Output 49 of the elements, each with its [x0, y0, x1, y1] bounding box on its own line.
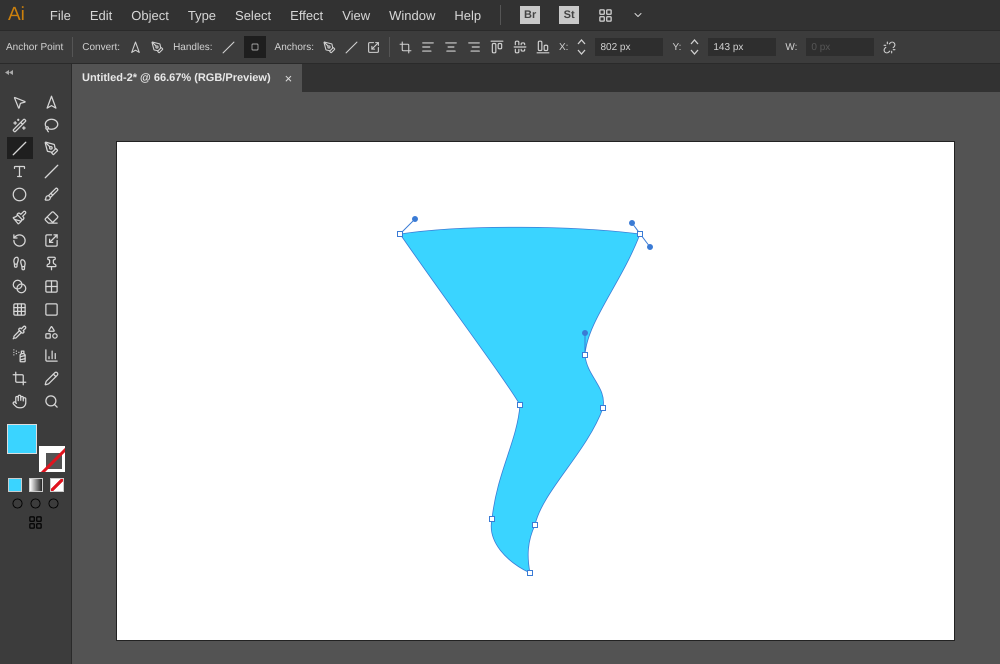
align-bottom-icon[interactable]	[536, 40, 550, 54]
menu-item[interactable]: Type	[188, 8, 216, 22]
menu-item[interactable]: Object	[131, 8, 169, 22]
none-swatch[interactable]	[50, 478, 64, 492]
stepper-icon[interactable]	[577, 38, 586, 56]
menu-item[interactable]: Edit	[90, 8, 112, 22]
y-field[interactable]: 143 px	[708, 38, 776, 56]
crop-icon[interactable]	[399, 40, 412, 54]
faded-line-icon[interactable]	[345, 40, 358, 54]
grid-layout-icon[interactable]	[598, 8, 614, 22]
align-center-icon[interactable]	[444, 40, 458, 54]
menu-item[interactable]: Help	[454, 8, 482, 22]
scale-icon[interactable]	[367, 40, 380, 54]
menu-item[interactable]: File	[50, 8, 71, 22]
square-icon[interactable]	[250, 43, 259, 51]
convert-label: Convert:	[82, 42, 120, 52]
collapse-icon[interactable]	[5, 70, 13, 75]
align-right-icon[interactable]	[467, 40, 481, 54]
pen-nib-icon[interactable]	[323, 40, 336, 54]
menu-item[interactable]: Window	[389, 8, 436, 22]
handles-label: Handles:	[173, 42, 213, 52]
menu-item[interactable]: View	[342, 8, 370, 22]
pen-nib-icon[interactable]	[151, 40, 164, 54]
app-button[interactable]: Br	[520, 6, 540, 24]
y-label: Y:	[672, 42, 682, 52]
align-left-icon[interactable]	[421, 40, 435, 54]
x-field[interactable]: 802 px	[595, 38, 664, 56]
corner-arrow-icon[interactable]	[129, 40, 142, 54]
stroke-none-swatch[interactable]	[38, 446, 64, 472]
color-swatch[interactable]	[8, 478, 22, 492]
anchors-label: Anchors:	[274, 42, 314, 52]
document-tab[interactable]: Untitled-2* @ 66.67% (RGB/Preview) ×	[72, 64, 302, 92]
align-middle-icon[interactable]	[513, 40, 527, 54]
w-label: W:	[785, 42, 798, 52]
menu-item[interactable]: Select	[235, 8, 272, 22]
app-button[interactable]: St	[559, 6, 580, 24]
unlink-icon[interactable]	[883, 40, 896, 54]
tool-name: Anchor Point	[6, 42, 64, 52]
align-top-icon[interactable]	[490, 40, 504, 54]
document-title: Untitled-2* @ 66.67% (RGB/Preview)	[82, 72, 271, 84]
close-button[interactable]: ×	[284, 70, 292, 86]
fill-swatch[interactable]	[6, 424, 36, 454]
stepper-icon[interactable]	[690, 38, 700, 56]
app-logo: Ai	[8, 4, 25, 26]
x-label: X:	[559, 42, 568, 52]
menu-item[interactable]: Effect	[290, 8, 324, 22]
gradient-swatch[interactable]	[28, 478, 42, 492]
hide-handles-button[interactable]	[244, 36, 266, 58]
handle-line-icon[interactable]	[222, 40, 235, 54]
